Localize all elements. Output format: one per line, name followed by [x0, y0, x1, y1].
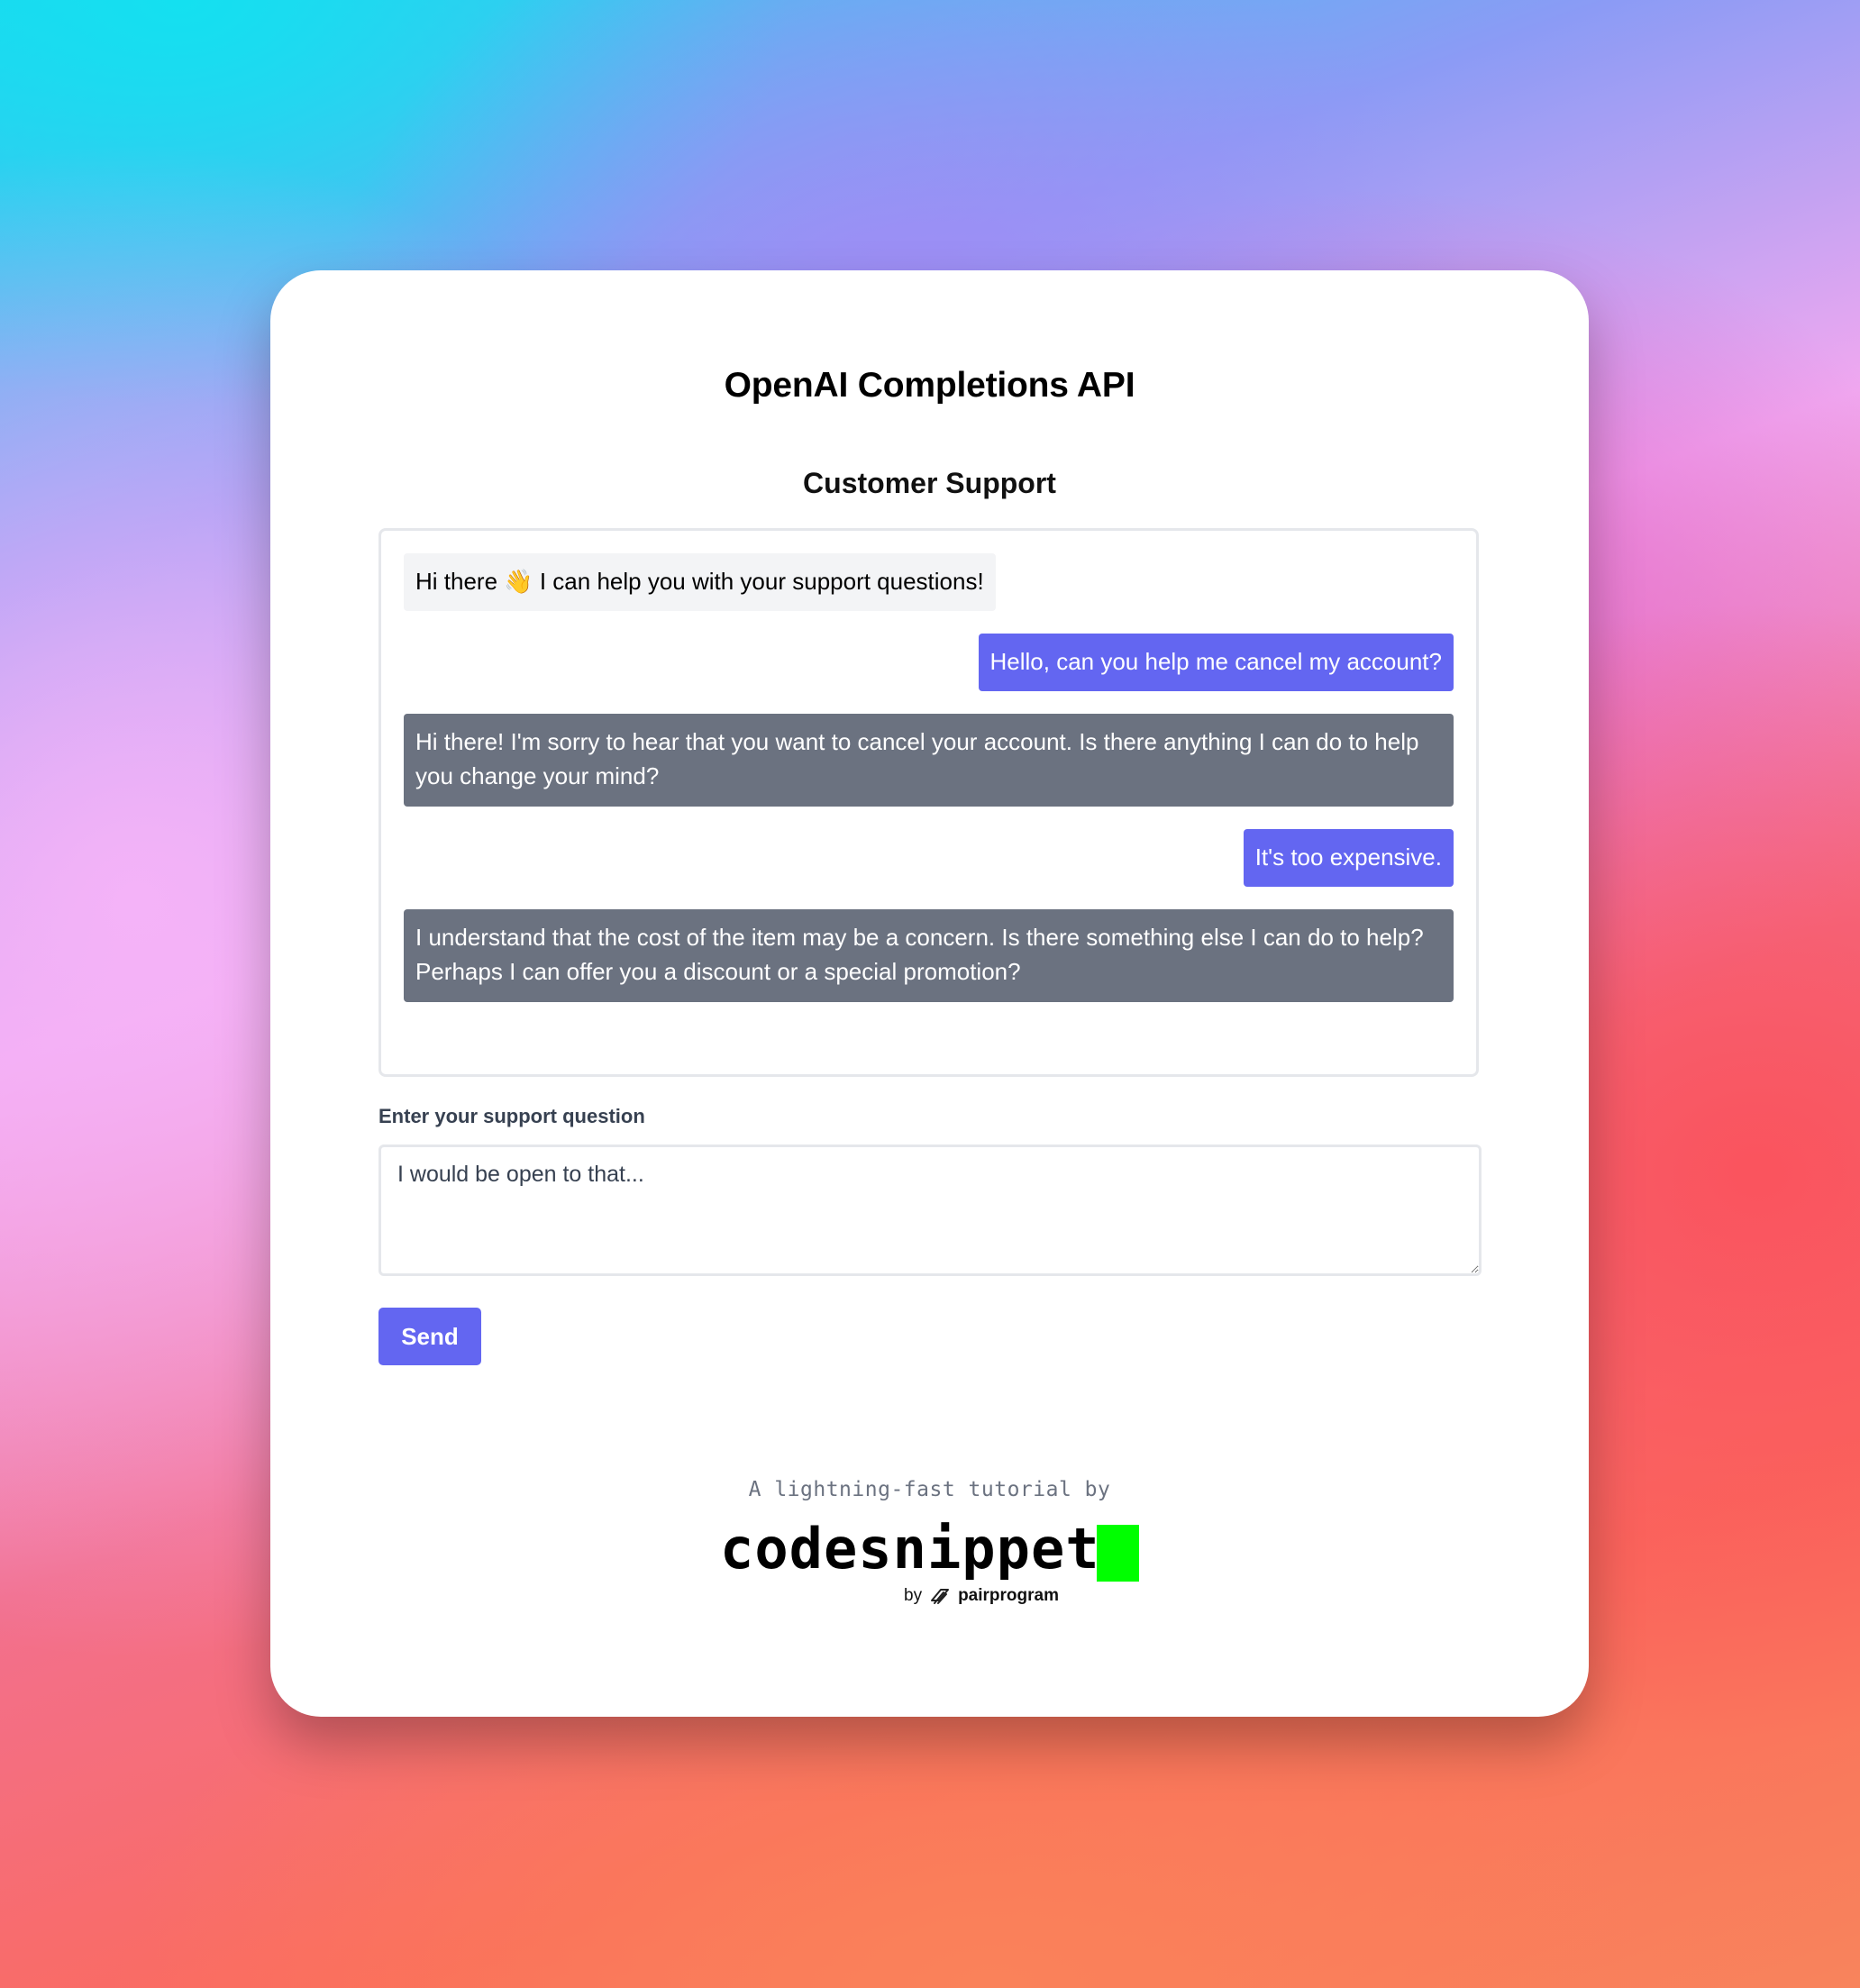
- pairprogram-label: pairprogram: [958, 1586, 1059, 1605]
- brand-cursor-block: [1097, 1525, 1139, 1582]
- send-button[interactable]: Send: [378, 1308, 481, 1365]
- assistant-message: Hi there! I'm sorry to hear that you wan…: [404, 714, 1454, 807]
- question-label: Enter your support question: [378, 1105, 645, 1127]
- user-message: Hello, can you help me cancel my account…: [978, 634, 1454, 691]
- question-input[interactable]: I would be open to that...: [378, 1144, 1482, 1276]
- user-message: It's too expensive.: [1243, 829, 1454, 887]
- assistant-intro-message: Hi there 👋 I can help you with your supp…: [404, 553, 996, 611]
- chat-log[interactable]: Hi there 👋 I can help you with your supp…: [378, 528, 1479, 1077]
- brand-byline: by pairprogram: [904, 1586, 1059, 1606]
- pairprogram-logo-icon: [931, 1589, 950, 1604]
- page-title: OpenAI Completions API: [724, 366, 1135, 405]
- byline-by-label: by: [904, 1586, 923, 1605]
- section-subtitle: Customer Support: [803, 467, 1056, 499]
- assistant-message: I understand that the cost of the item m…: [404, 909, 1454, 1002]
- footer-tagline: A lightning-fast tutorial by: [748, 1478, 1111, 1501]
- chat-card: OpenAI Completions API Customer Support …: [270, 270, 1589, 1717]
- codesnippet-logo: codesnippet: [720, 1516, 1100, 1582]
